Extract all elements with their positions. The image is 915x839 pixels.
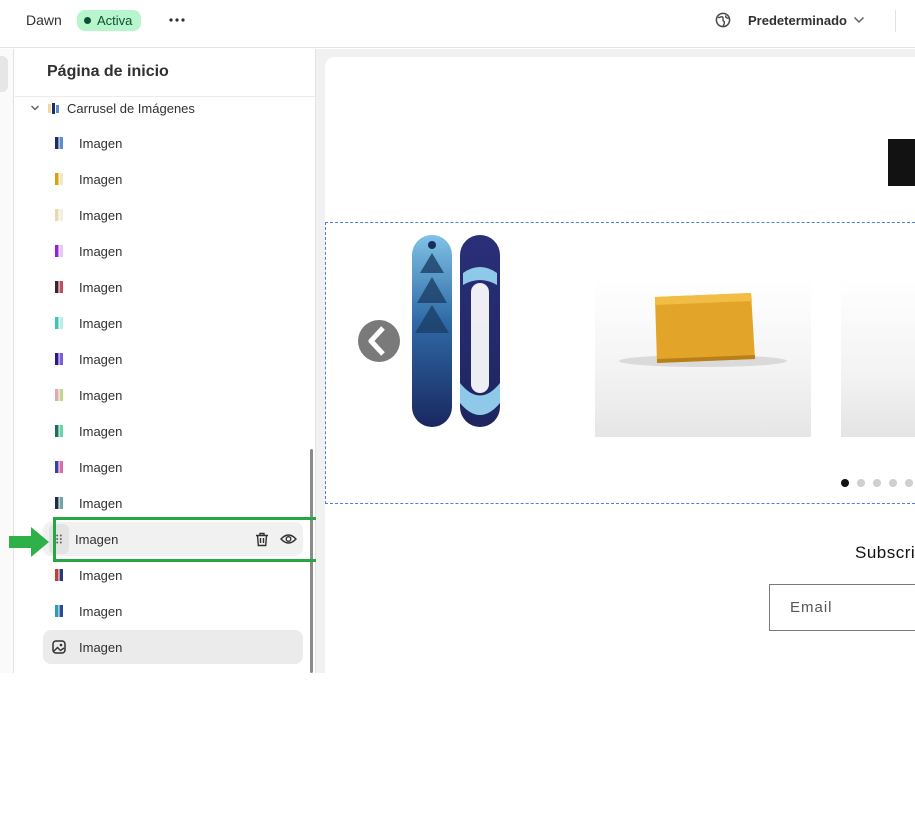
image-thumbnail	[43, 497, 75, 509]
status-badge: Activa	[77, 10, 142, 31]
carousel-dots	[841, 479, 913, 487]
block-label: Imagen	[79, 495, 123, 511]
more-horizontal-icon	[169, 18, 185, 22]
sidebar-block-item[interactable]: Imagen	[43, 594, 303, 628]
highlight-box	[53, 517, 321, 562]
image-thumbnail	[43, 353, 75, 365]
section-label: Carrusel de Imágenes	[67, 100, 195, 116]
wax-bar-illustration	[619, 293, 787, 367]
block-label: Imagen	[79, 459, 123, 475]
chevron-left-icon	[368, 326, 385, 356]
more-actions-button[interactable]	[164, 8, 190, 32]
carousel-prev-button[interactable]	[358, 320, 400, 362]
slide-image-wax-bar[interactable]	[595, 279, 811, 437]
slide-image-product[interactable]	[841, 279, 915, 437]
block-label: Imagen	[79, 207, 123, 223]
block-label: Imagen	[79, 135, 123, 151]
block-label: Imagen	[79, 567, 123, 583]
sidebar-block-item[interactable]: Imagen	[43, 234, 303, 268]
carousel-dot[interactable]	[841, 479, 849, 487]
sidebar-block-item[interactable]: Imagen	[43, 450, 303, 484]
sidebar-block-item[interactable]: Imagen	[43, 126, 303, 160]
image-icon	[43, 640, 75, 654]
sidebar-block-item[interactable]: Imagen	[43, 270, 303, 304]
image-thumbnail	[43, 317, 75, 329]
sidebar-block-item[interactable]: Imagen	[43, 486, 303, 520]
image-thumbnail	[43, 425, 75, 437]
email-field[interactable]: Email	[769, 584, 915, 631]
sidebar-block-item[interactable]: Imagen	[43, 198, 303, 232]
image-thumbnail	[43, 569, 75, 581]
rail-active-item[interactable]	[0, 56, 8, 92]
image-thumbnail	[43, 389, 75, 401]
sections-sidebar: Página de inicio Carrusel de Imágenes Im…	[15, 49, 316, 673]
sidebar-block-item[interactable]: Imagen	[43, 630, 303, 664]
sidebar-block-item[interactable]: Imagen	[43, 162, 303, 196]
globe-icon	[715, 12, 731, 28]
section-carousel[interactable]: Carrusel de Imágenes	[29, 99, 195, 117]
status-dot	[84, 17, 91, 24]
block-label: Imagen	[79, 315, 123, 331]
block-label: Imagen	[79, 387, 123, 403]
topbar-divider	[895, 10, 896, 32]
image-thumbnail	[43, 173, 75, 185]
chevron-down-icon[interactable]	[29, 102, 41, 114]
block-label: Imagen	[79, 423, 123, 439]
top-bar: Dawn Activa Predeterminado	[0, 0, 915, 48]
page-title: Página de inicio	[47, 63, 169, 80]
theme-name: Dawn	[26, 12, 62, 28]
sidebar-block-item[interactable]: Imagen	[43, 378, 303, 412]
carousel-dot[interactable]	[873, 479, 881, 487]
left-rail	[0, 49, 14, 673]
newsletter-heading: Subscri	[855, 543, 915, 562]
carousel-dot[interactable]	[857, 479, 865, 487]
sidebar-divider	[15, 96, 315, 97]
header-dark-block	[888, 139, 915, 186]
image-thumbnail	[43, 605, 75, 617]
block-label: Imagen	[79, 243, 123, 259]
image-thumbnail	[43, 209, 75, 221]
image-thumbnail	[43, 461, 75, 473]
chevron-down-icon	[853, 16, 865, 24]
status-label: Activa	[97, 13, 133, 28]
arrow-right-icon	[9, 527, 49, 557]
sidebar-block-item[interactable]: Imagen	[43, 414, 303, 448]
preset-label: Predeterminado	[748, 12, 847, 28]
block-label: Imagen	[79, 351, 123, 367]
slide-image-snowboard[interactable]	[405, 233, 505, 429]
sidebar-block-item[interactable]: Imagen	[43, 306, 303, 340]
carousel-dot[interactable]	[889, 479, 897, 487]
image-thumbnail	[43, 137, 75, 149]
preset-selector[interactable]: Predeterminado	[742, 8, 871, 32]
block-label: Imagen	[79, 639, 123, 655]
carousel-dot[interactable]	[905, 479, 913, 487]
block-label: Imagen	[79, 603, 123, 619]
sidebar-block-item[interactable]: Imagen	[43, 558, 303, 592]
image-thumbnail	[43, 245, 75, 257]
block-label: Imagen	[79, 171, 123, 187]
image-thumbnail	[43, 281, 75, 293]
sidebar-block-item[interactable]: Imagen	[43, 342, 303, 376]
block-label: Imagen	[79, 279, 123, 295]
image-stack-icon	[48, 103, 59, 114]
